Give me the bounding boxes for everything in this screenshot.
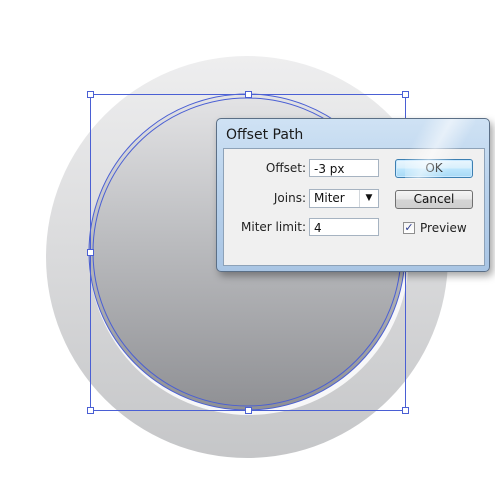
chevron-down-icon[interactable]: ▼	[359, 190, 378, 207]
joins-select[interactable]: Miter ▼	[309, 189, 379, 208]
preview-label: Preview	[420, 221, 467, 235]
offset-path-dialog: Offset Path Offset: -3 px Joins: Miter ▼…	[216, 118, 490, 272]
dialog-title: Offset Path	[226, 127, 304, 143]
ok-button[interactable]: OK	[395, 159, 473, 178]
handle-top-left[interactable]	[87, 91, 94, 98]
miter-limit-field[interactable]: 4	[309, 218, 379, 236]
dialog-body: Offset: -3 px Joins: Miter ▼ Miter limit…	[223, 148, 485, 266]
miter-limit-label: Miter limit:	[241, 220, 306, 234]
handle-top-right[interactable]	[402, 91, 409, 98]
preview-checkbox[interactable]: ✓	[403, 222, 415, 234]
handle-bottom-left[interactable]	[87, 407, 94, 414]
handle-bottom-middle[interactable]	[245, 407, 252, 414]
offset-label: Offset:	[265, 161, 306, 175]
cancel-button[interactable]: Cancel	[395, 190, 473, 209]
handle-middle-left[interactable]	[87, 249, 94, 256]
handle-bottom-right[interactable]	[402, 407, 409, 414]
checkmark-icon: ✓	[404, 221, 414, 234]
offset-field[interactable]: -3 px	[309, 159, 379, 177]
joins-select-value: Miter	[314, 191, 345, 205]
joins-label: Joins:	[273, 191, 306, 205]
handle-top-middle[interactable]	[245, 91, 252, 98]
